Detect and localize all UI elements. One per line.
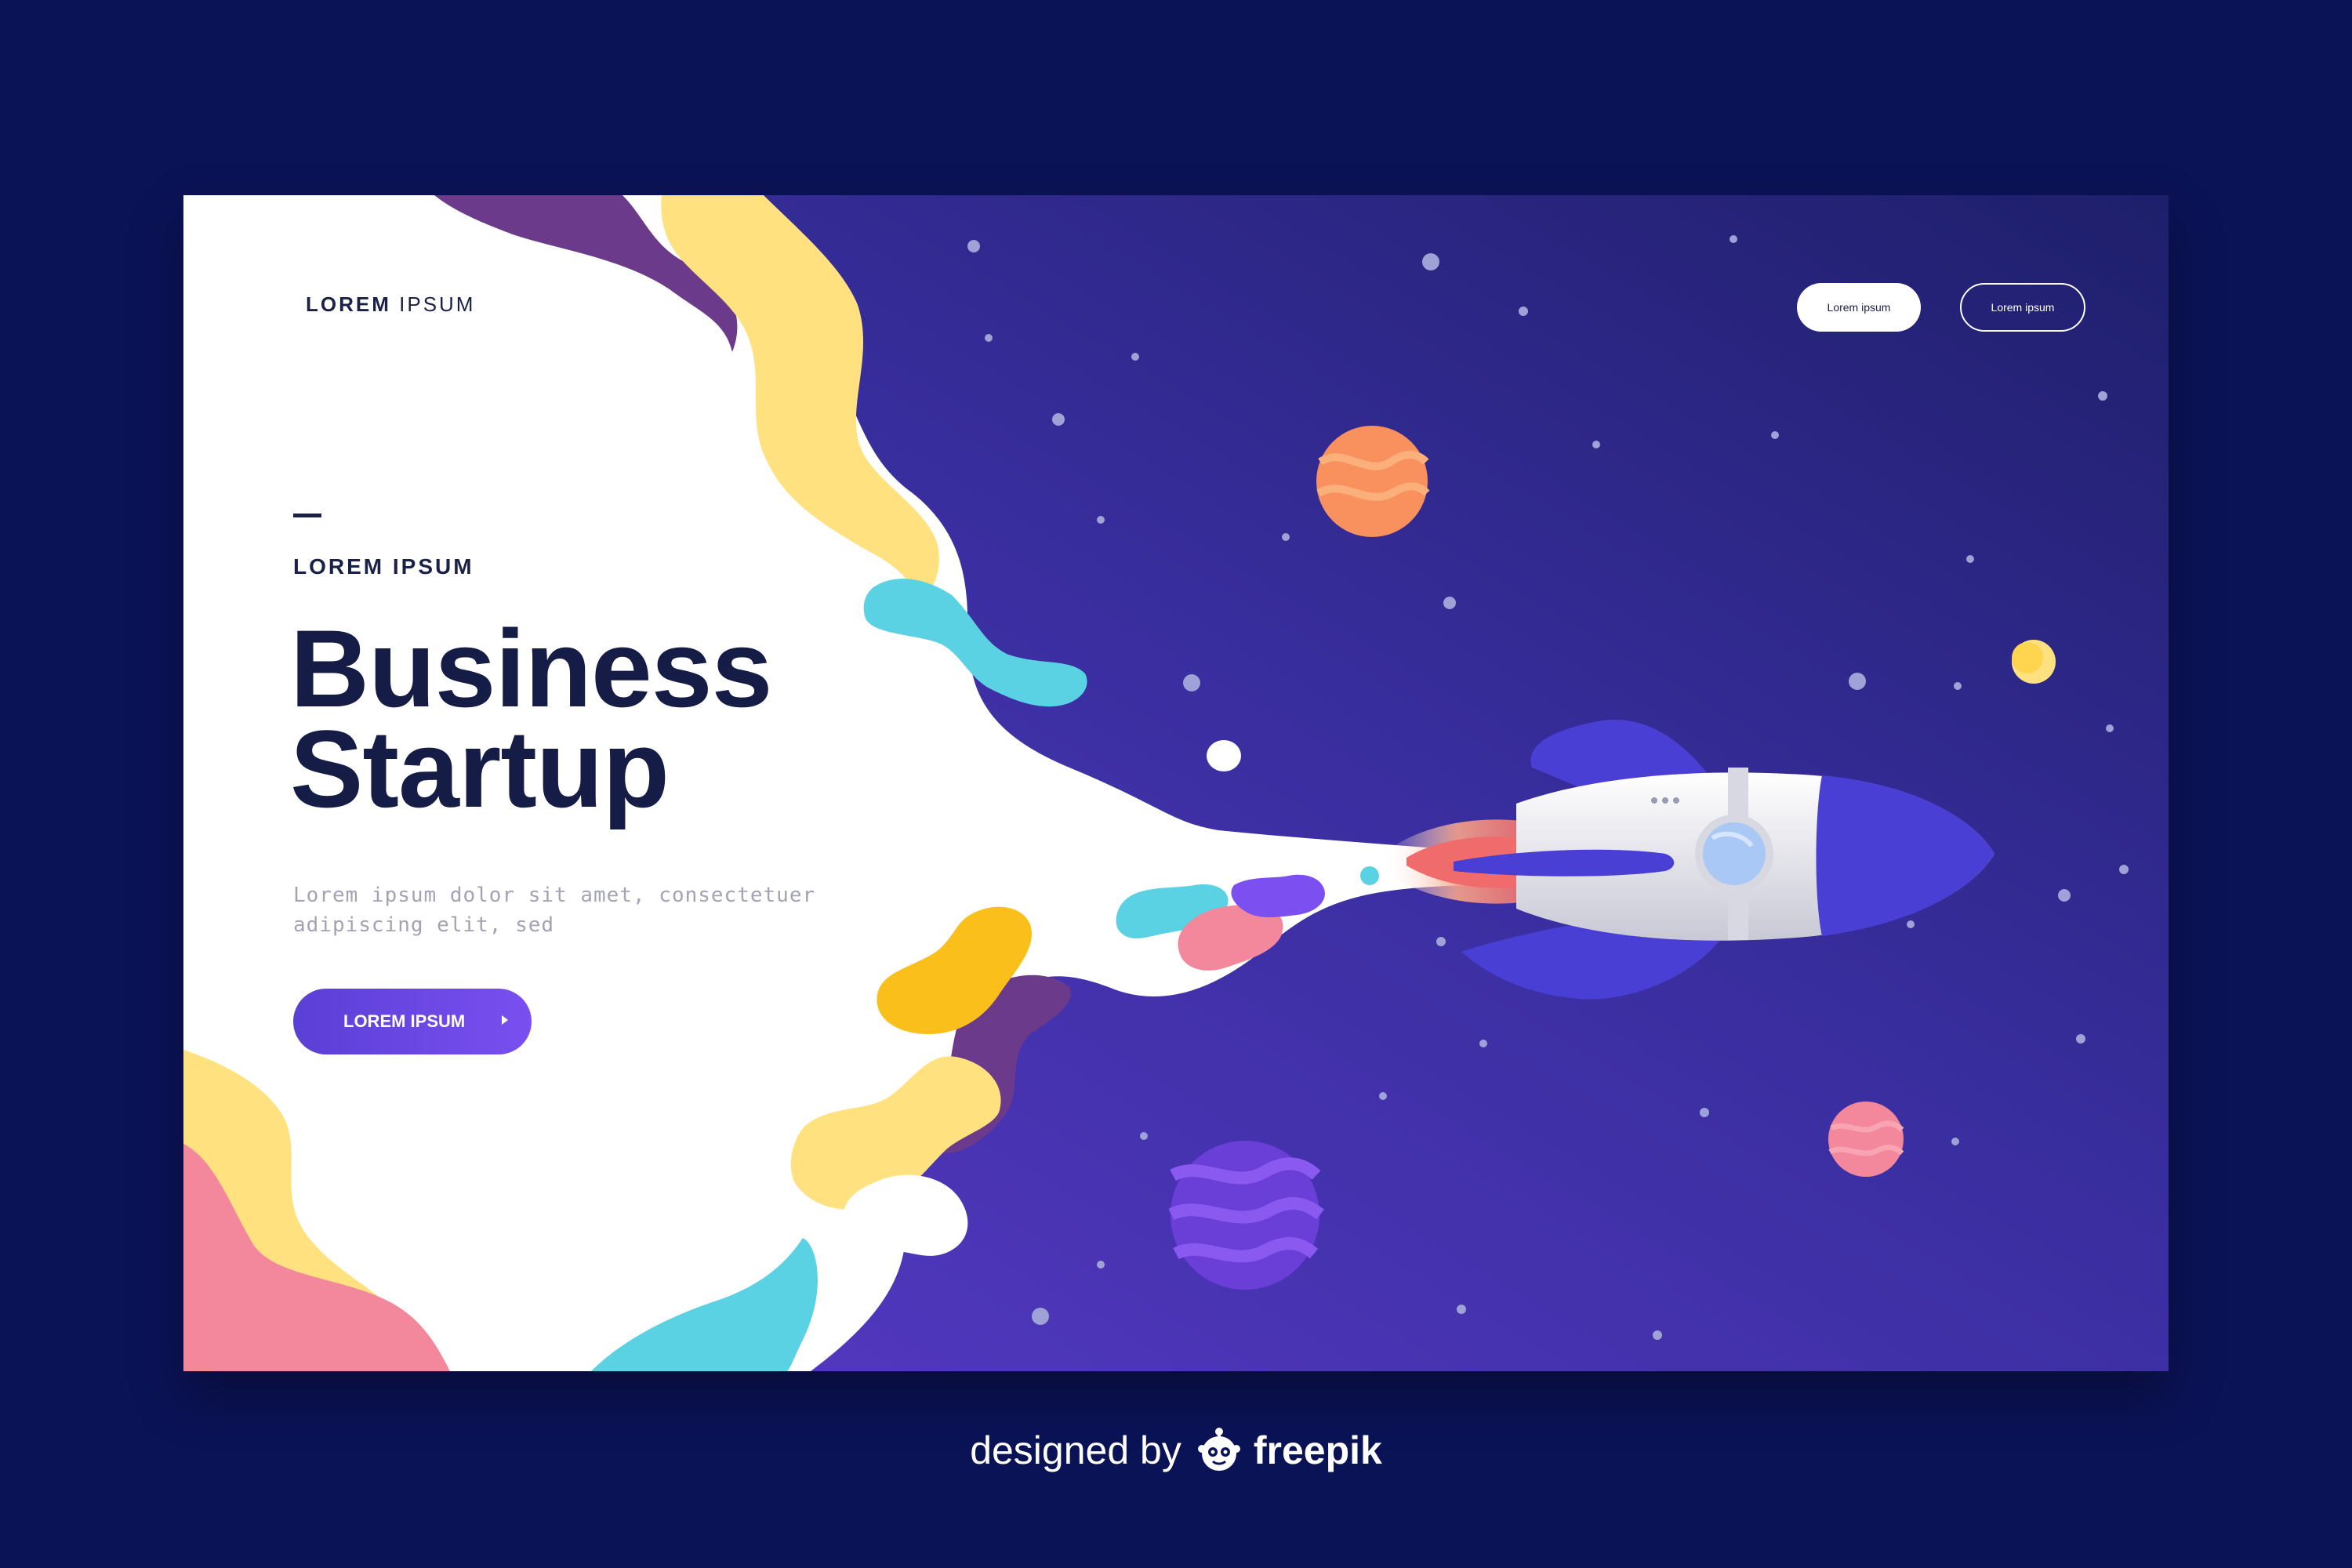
white-drop <box>1207 740 1241 771</box>
cta-button[interactable]: LOREM IPSUM <box>293 989 532 1054</box>
planet-orange <box>1316 426 1430 537</box>
headline-line-2: Startup <box>290 707 670 830</box>
nav-secondary-button[interactable]: Lorem ipsum <box>1960 283 2085 332</box>
footer-credit: designed by freepik <box>0 1425 2352 1475</box>
credit-designed-by: designed by <box>970 1428 1181 1472</box>
exhaust-purple <box>1231 874 1325 918</box>
freepik-mascot-icon <box>1197 1428 1240 1471</box>
headline-line-1: Business <box>290 607 772 730</box>
hero-body: Lorem ipsum dolor sit amet, consectetuer… <box>293 884 816 937</box>
planet-pink <box>1828 1102 1904 1177</box>
page-background: LOREM IPSUM Lorem ipsum Lorem ipsum LORE… <box>0 0 2352 1568</box>
hero-eyebrow: LOREM IPSUM <box>293 554 474 579</box>
logo-bold-text: LOREM <box>306 292 391 316</box>
accent-dash <box>293 514 321 517</box>
hero-headline: Business Startup <box>290 607 839 830</box>
planet-purple <box>1168 1141 1324 1290</box>
play-arrow-icon <box>502 1015 508 1025</box>
landing-card: LOREM IPSUM Lorem ipsum Lorem ipsum LORE… <box>183 195 2169 1371</box>
logo-light-text: IPSUM <box>399 292 476 316</box>
credit-brand: freepik <box>1253 1428 1382 1472</box>
planet-yellow <box>2012 640 2056 684</box>
cta-label: LOREM IPSUM <box>343 1011 466 1031</box>
exhaust-dot <box>1360 866 1379 885</box>
nav-primary-button[interactable]: Lorem ipsum <box>1797 283 1921 332</box>
brand-logo[interactable]: LOREM IPSUM <box>306 292 475 317</box>
